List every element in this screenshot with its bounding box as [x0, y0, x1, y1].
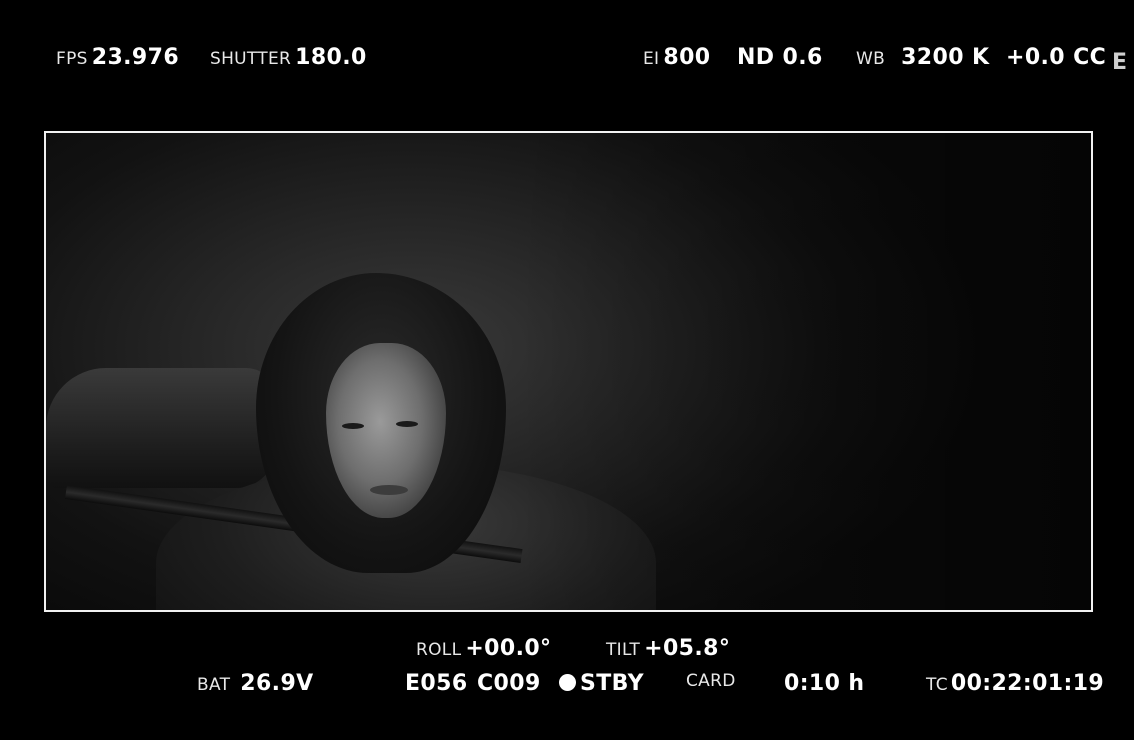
battery-readout: BAT 26.9V	[197, 671, 314, 696]
frame-vignette	[46, 133, 1091, 610]
ei-value: 800	[663, 45, 711, 70]
fps-value: 23.976	[91, 45, 180, 70]
roll-readout: ROLL +00.0°	[416, 636, 551, 661]
wb-readout: WB 3200 K	[856, 45, 989, 70]
roll-label: ROLL	[416, 640, 462, 660]
shutter-readout: SHUTTER 180.0	[210, 45, 367, 70]
cc-value: +0.0 CC	[1006, 45, 1107, 70]
fps-label: FPS	[56, 49, 88, 69]
timecode-value: 00:22:01:19	[950, 671, 1105, 696]
cc-readout: +0.0 CC	[1006, 45, 1106, 70]
record-status: STBY	[559, 671, 644, 696]
roll-value: +00.0°	[465, 636, 552, 661]
shutter-label: SHUTTER	[210, 49, 292, 69]
reel-value: E056	[405, 671, 468, 696]
card-remaining: 0:10 h	[784, 671, 864, 696]
reel-readout: E056	[405, 671, 468, 696]
wb-value: 3200 K	[901, 45, 990, 70]
card-value: 0:10 h	[784, 671, 865, 696]
timecode-readout: TC 00:22:01:19	[926, 671, 1104, 696]
ei-readout: EI 800	[643, 45, 710, 70]
nd-readout: ND 0.6	[737, 45, 823, 70]
card-label: CARD	[686, 671, 736, 691]
timecode-label: TC	[926, 675, 948, 695]
card-readout: CARD	[686, 671, 740, 691]
tilt-label: TILT	[606, 640, 641, 660]
fps-readout: FPS 23.976	[56, 45, 179, 70]
nd-value: ND 0.6	[737, 45, 823, 70]
shutter-value: 180.0	[295, 45, 367, 70]
wb-label: WB	[856, 49, 886, 69]
tilt-value: +05.8°	[644, 636, 731, 661]
clip-readout: C009	[477, 671, 541, 696]
viewfinder-frame	[44, 131, 1093, 612]
edge-glyph: E	[1112, 50, 1127, 75]
record-dot-icon	[559, 674, 576, 691]
edge-glyph-text: E	[1112, 50, 1128, 75]
battery-value: 26.9V	[240, 671, 314, 696]
tilt-readout: TILT +05.8°	[606, 636, 730, 661]
battery-label: BAT	[197, 675, 231, 695]
ei-label: EI	[643, 49, 660, 69]
clip-value: C009	[477, 671, 541, 696]
record-status-value: STBY	[580, 671, 644, 696]
